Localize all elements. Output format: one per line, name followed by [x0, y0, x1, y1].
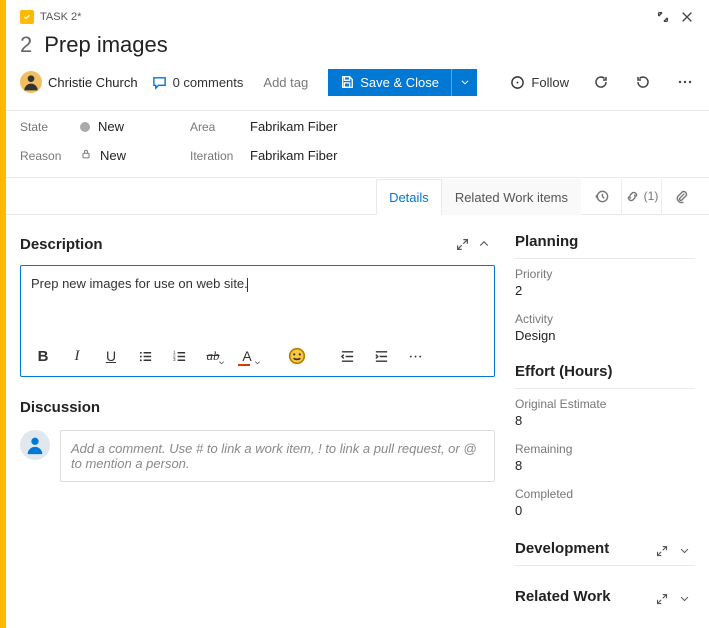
- description-text[interactable]: Prep new images for use on web site.: [21, 266, 494, 336]
- development-heading: Development: [515, 536, 609, 565]
- development-expand-icon[interactable]: [651, 540, 673, 562]
- state-label: State: [20, 120, 80, 134]
- expand-icon[interactable]: [451, 233, 473, 255]
- follow-button[interactable]: Follow: [506, 71, 573, 94]
- work-item-title[interactable]: Prep images: [44, 32, 168, 58]
- priority-label: Priority: [515, 267, 695, 281]
- reason-label: Reason: [20, 149, 80, 163]
- revert-icon[interactable]: [629, 68, 657, 96]
- state-dot-icon: [80, 122, 90, 132]
- completed-value[interactable]: 0: [515, 501, 695, 526]
- decrease-indent-button[interactable]: [333, 342, 361, 370]
- title-row: 2 Prep images: [6, 28, 709, 68]
- chevron-up-icon[interactable]: [473, 233, 495, 255]
- assignee-picker[interactable]: Christie Church: [20, 71, 138, 93]
- state-value[interactable]: New: [80, 119, 190, 134]
- completed-label: Completed: [515, 487, 695, 501]
- close-icon[interactable]: [675, 5, 699, 29]
- area-value[interactable]: Fabrikam Fiber: [250, 119, 695, 134]
- comments-label: 0 comments: [173, 75, 244, 90]
- activity-label: Activity: [515, 312, 695, 326]
- discussion-input[interactable]: Add a comment. Use # to link a work item…: [60, 430, 495, 482]
- numbered-list-button[interactable]: 123: [165, 342, 193, 370]
- lock-icon: [80, 148, 92, 163]
- italic-button[interactable]: I: [63, 342, 91, 370]
- emoji-button[interactable]: [283, 342, 311, 370]
- original-estimate-value[interactable]: 8: [515, 411, 695, 436]
- follow-label: Follow: [531, 75, 569, 90]
- links-count: (1): [644, 189, 659, 203]
- related-work-heading: Related Work: [515, 584, 611, 613]
- planning-heading: Planning: [515, 229, 695, 258]
- discussion-heading: Discussion: [20, 399, 100, 416]
- tab-related-work-items[interactable]: Related Work items: [442, 179, 581, 215]
- save-close-label: Save & Close: [360, 75, 439, 90]
- field-grid: State New Area Fabrikam Fiber Reason New…: [6, 110, 709, 178]
- activity-value[interactable]: Design: [515, 326, 695, 351]
- related-work-expand-icon[interactable]: [651, 588, 673, 610]
- area-label: Area: [190, 120, 250, 134]
- underline-button[interactable]: U: [97, 342, 125, 370]
- iteration-value[interactable]: Fabrikam Fiber: [250, 148, 695, 163]
- reason-value[interactable]: New: [80, 148, 190, 163]
- more-actions-icon[interactable]: [671, 68, 699, 96]
- clear-formatting-button[interactable]: ab: [199, 342, 227, 370]
- accent-bar: [0, 0, 6, 628]
- rte-toolbar: B I U 123 ab A: [21, 336, 494, 376]
- current-user-avatar: [20, 430, 50, 460]
- effort-heading: Effort (Hours): [515, 351, 695, 388]
- description-heading: Description: [20, 236, 103, 253]
- tabs-row: Details Related Work items (1): [6, 178, 709, 215]
- comments-button[interactable]: 0 comments: [152, 75, 244, 90]
- iteration-label: Iteration: [190, 149, 250, 163]
- task-type-icon: [20, 10, 34, 24]
- remaining-label: Remaining: [515, 442, 695, 456]
- save-close-button[interactable]: Save & Close: [328, 69, 451, 96]
- font-color-button[interactable]: A: [233, 342, 261, 370]
- more-formatting-button[interactable]: [401, 342, 429, 370]
- development-chevron-icon[interactable]: [673, 540, 695, 562]
- restore-icon[interactable]: [651, 5, 675, 29]
- original-estimate-label: Original Estimate: [515, 397, 695, 411]
- links-icon[interactable]: (1): [621, 179, 661, 214]
- work-item-id: 2: [20, 32, 32, 58]
- tab-details[interactable]: Details: [376, 179, 442, 215]
- assignee-name: Christie Church: [48, 75, 138, 90]
- attachments-icon[interactable]: [661, 179, 701, 214]
- bulleted-list-button[interactable]: [131, 342, 159, 370]
- window-titlebar: TASK 2*: [6, 0, 709, 28]
- related-work-chevron-icon[interactable]: [673, 588, 695, 610]
- add-tag-button[interactable]: Add tag: [257, 71, 314, 94]
- remaining-value[interactable]: 8: [515, 456, 695, 481]
- avatar: [20, 71, 42, 93]
- toolbar: Christie Church 0 comments Add tag Save …: [6, 68, 709, 110]
- svg-text:3: 3: [172, 357, 175, 362]
- history-icon[interactable]: [581, 179, 621, 214]
- window-type-label: TASK 2*: [40, 11, 81, 23]
- save-close-group: Save & Close: [328, 69, 477, 96]
- priority-value[interactable]: 2: [515, 281, 695, 306]
- increase-indent-button[interactable]: [367, 342, 395, 370]
- save-dropdown-button[interactable]: [451, 69, 477, 96]
- bold-button[interactable]: B: [29, 342, 57, 370]
- refresh-icon[interactable]: [587, 68, 615, 96]
- description-editor[interactable]: Prep new images for use on web site. B I…: [20, 265, 495, 377]
